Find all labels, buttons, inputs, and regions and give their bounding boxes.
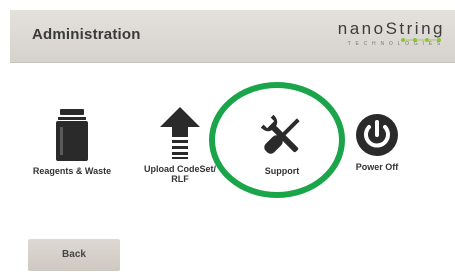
power-off-button[interactable]: Power Off [342,113,412,172]
back-button[interactable]: Back [28,239,120,271]
reagents-waste-button[interactable]: Reagents & Waste [22,109,122,176]
wrench-screwdriver-icon [260,114,300,154]
nanostring-logo: nanoString TECHNOLOGIES [327,19,447,53]
page-title: Administration [32,26,141,43]
upload-codeset-label: Upload CodeSet/ RLF [143,164,216,184]
admin-screen: Administration nanoString TECHNOLOGIES R… [0,0,455,272]
logo-subtext: TECHNOLOGIES [347,41,445,47]
reagents-waste-label: Reagents & Waste [32,166,112,176]
support-button[interactable]: Support [242,111,322,176]
admin-content: Reagents & Waste Upload CodeSet/ RLF Sup… [10,63,455,272]
upload-codeset-button[interactable]: Upload CodeSet/ RLF [136,107,224,184]
reagent-bottle-icon [56,109,88,161]
header-bar: Administration nanoString TECHNOLOGIES [10,10,455,63]
power-icon [356,114,398,156]
upload-arrow-icon [160,107,200,159]
support-label: Support [264,166,300,176]
power-off-label: Power Off [355,162,399,172]
logo-text: nanoString [337,19,445,38]
